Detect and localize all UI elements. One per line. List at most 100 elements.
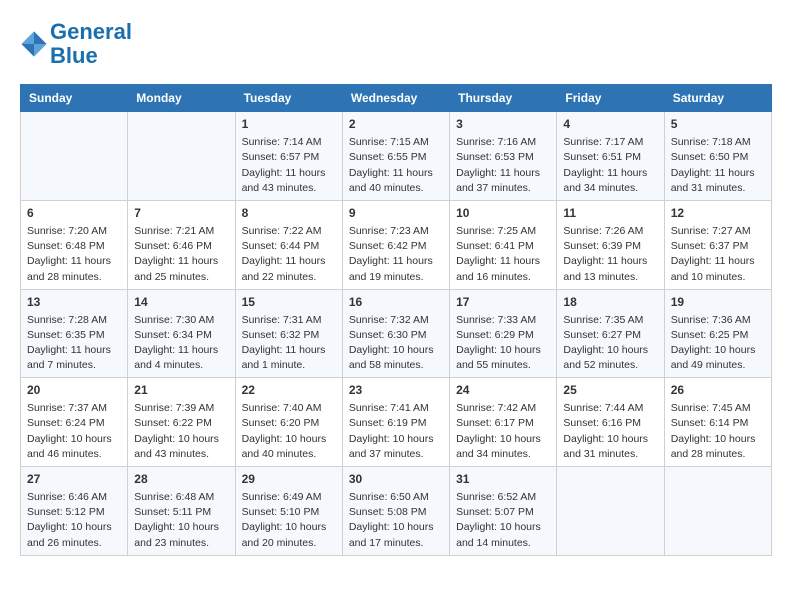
day-info: Sunrise: 7:20 AM Sunset: 6:48 PM Dayligh… [27,224,121,285]
calendar-cell: 7 Sunrise: 7:21 AM Sunset: 6:46 PM Daylig… [128,201,235,290]
header-cell-wednesday: Wednesday [342,85,449,112]
calendar-cell: 29 Sunrise: 6:49 AM Sunset: 5:10 PM Dayli… [235,467,342,556]
day-info: Sunrise: 7:23 AM Sunset: 6:42 PM Dayligh… [349,224,443,285]
calendar-table: SundayMondayTuesdayWednesdayThursdayFrid… [20,84,772,555]
day-info: Sunrise: 7:42 AM Sunset: 6:17 PM Dayligh… [456,401,550,462]
header-cell-sunday: Sunday [21,85,128,112]
day-info: Sunrise: 7:21 AM Sunset: 6:46 PM Dayligh… [134,224,228,285]
day-info: Sunrise: 7:40 AM Sunset: 6:20 PM Dayligh… [242,401,336,462]
calendar-cell: 20 Sunrise: 7:37 AM Sunset: 6:24 PM Dayli… [21,378,128,467]
calendar-cell: 25 Sunrise: 7:44 AM Sunset: 6:16 PM Dayli… [557,378,664,467]
calendar-cell: 14 Sunrise: 7:30 AM Sunset: 6:34 PM Dayli… [128,289,235,378]
day-number: 31 [456,471,550,488]
day-info: Sunrise: 7:30 AM Sunset: 6:34 PM Dayligh… [134,313,228,374]
calendar-cell: 2 Sunrise: 7:15 AM Sunset: 6:55 PM Daylig… [342,112,449,201]
week-row-1: 1 Sunrise: 7:14 AM Sunset: 6:57 PM Daylig… [21,112,772,201]
calendar-cell: 22 Sunrise: 7:40 AM Sunset: 6:20 PM Dayli… [235,378,342,467]
day-info: Sunrise: 7:26 AM Sunset: 6:39 PM Dayligh… [563,224,657,285]
calendar-cell: 9Sunrise: 7:23 AM Sunset: 6:42 PM Daylig… [342,201,449,290]
calendar-header: SundayMondayTuesdayWednesdayThursdayFrid… [21,85,772,112]
logo: General Blue [20,20,132,68]
day-info: Sunrise: 7:25 AM Sunset: 6:41 PM Dayligh… [456,224,550,285]
calendar-cell: 4 Sunrise: 7:17 AM Sunset: 6:51 PM Daylig… [557,112,664,201]
day-number: 29 [242,471,336,488]
calendar-cell: 18 Sunrise: 7:35 AM Sunset: 6:27 PM Dayli… [557,289,664,378]
calendar-body: 1 Sunrise: 7:14 AM Sunset: 6:57 PM Daylig… [21,112,772,555]
calendar-cell: 23Sunrise: 7:41 AM Sunset: 6:19 PM Dayli… [342,378,449,467]
day-info: Sunrise: 7:32 AM Sunset: 6:30 PM Dayligh… [349,313,443,374]
day-number: 2 [349,116,443,133]
day-info: Sunrise: 7:22 AM Sunset: 6:44 PM Dayligh… [242,224,336,285]
header-cell-thursday: Thursday [450,85,557,112]
day-info: Sunrise: 6:46 AM Sunset: 5:12 PM Dayligh… [27,490,121,551]
calendar-cell: 28 Sunrise: 6:48 AM Sunset: 5:11 PM Dayli… [128,467,235,556]
calendar-cell: 27 Sunrise: 6:46 AM Sunset: 5:12 PM Dayli… [21,467,128,556]
day-info: Sunrise: 6:48 AM Sunset: 5:11 PM Dayligh… [134,490,228,551]
page-header: General Blue [20,20,772,68]
day-info: Sunrise: 6:50 AM Sunset: 5:08 PM Dayligh… [349,490,443,551]
calendar-cell: 1 Sunrise: 7:14 AM Sunset: 6:57 PM Daylig… [235,112,342,201]
day-number: 30 [349,471,443,488]
day-info: Sunrise: 7:37 AM Sunset: 6:24 PM Dayligh… [27,401,121,462]
day-number: 15 [242,294,336,311]
calendar-cell [557,467,664,556]
calendar-cell: 13 Sunrise: 7:28 AM Sunset: 6:35 PM Dayli… [21,289,128,378]
header-cell-saturday: Saturday [664,85,771,112]
day-number: 14 [134,294,228,311]
day-info: Sunrise: 7:14 AM Sunset: 6:57 PM Dayligh… [242,135,336,196]
day-info: Sunrise: 7:28 AM Sunset: 6:35 PM Dayligh… [27,313,121,374]
day-info: Sunrise: 6:49 AM Sunset: 5:10 PM Dayligh… [242,490,336,551]
day-number: 23 [349,382,443,399]
day-number: 10 [456,205,550,222]
day-number: 12 [671,205,765,222]
calendar-cell: 5Sunrise: 7:18 AM Sunset: 6:50 PM Daylig… [664,112,771,201]
header-row: SundayMondayTuesdayWednesdayThursdayFrid… [21,85,772,112]
day-info: Sunrise: 7:44 AM Sunset: 6:16 PM Dayligh… [563,401,657,462]
day-info: Sunrise: 7:45 AM Sunset: 6:14 PM Dayligh… [671,401,765,462]
calendar-cell: 19 Sunrise: 7:36 AM Sunset: 6:25 PM Dayli… [664,289,771,378]
day-number: 26 [671,382,765,399]
day-info: Sunrise: 7:17 AM Sunset: 6:51 PM Dayligh… [563,135,657,196]
day-number: 16 [349,294,443,311]
day-number: 13 [27,294,121,311]
day-number: 21 [134,382,228,399]
day-info: Sunrise: 7:36 AM Sunset: 6:25 PM Dayligh… [671,313,765,374]
day-number: 4 [563,116,657,133]
day-number: 27 [27,471,121,488]
calendar-cell: 12 Sunrise: 7:27 AM Sunset: 6:37 PM Dayli… [664,201,771,290]
day-info: Sunrise: 7:27 AM Sunset: 6:37 PM Dayligh… [671,224,765,285]
day-number: 20 [27,382,121,399]
calendar-cell: 15 Sunrise: 7:31 AM Sunset: 6:32 PM Dayli… [235,289,342,378]
day-info: Sunrise: 7:35 AM Sunset: 6:27 PM Dayligh… [563,313,657,374]
day-info: Sunrise: 7:39 AM Sunset: 6:22 PM Dayligh… [134,401,228,462]
calendar-cell: 26 Sunrise: 7:45 AM Sunset: 6:14 PM Dayli… [664,378,771,467]
day-number: 8 [242,205,336,222]
day-info: Sunrise: 7:31 AM Sunset: 6:32 PM Dayligh… [242,313,336,374]
week-row-5: 27 Sunrise: 6:46 AM Sunset: 5:12 PM Dayli… [21,467,772,556]
calendar-cell [128,112,235,201]
calendar-cell: 16 Sunrise: 7:32 AM Sunset: 6:30 PM Dayli… [342,289,449,378]
day-number: 22 [242,382,336,399]
day-number: 25 [563,382,657,399]
calendar-cell: 30 Sunrise: 6:50 AM Sunset: 5:08 PM Dayli… [342,467,449,556]
week-row-4: 20 Sunrise: 7:37 AM Sunset: 6:24 PM Dayli… [21,378,772,467]
day-number: 11 [563,205,657,222]
calendar-cell [664,467,771,556]
logo-text: General Blue [50,20,132,68]
calendar-cell: 10 Sunrise: 7:25 AM Sunset: 6:41 PM Dayli… [450,201,557,290]
day-info: Sunrise: 7:15 AM Sunset: 6:55 PM Dayligh… [349,135,443,196]
day-number: 17 [456,294,550,311]
day-number: 1 [242,116,336,133]
day-info: Sunrise: 6:52 AM Sunset: 5:07 PM Dayligh… [456,490,550,551]
day-number: 18 [563,294,657,311]
day-number: 6 [27,205,121,222]
day-info: Sunrise: 7:33 AM Sunset: 6:29 PM Dayligh… [456,313,550,374]
day-number: 19 [671,294,765,311]
day-number: 28 [134,471,228,488]
header-cell-tuesday: Tuesday [235,85,342,112]
day-info: Sunrise: 7:16 AM Sunset: 6:53 PM Dayligh… [456,135,550,196]
day-number: 3 [456,116,550,133]
calendar-cell: 8 Sunrise: 7:22 AM Sunset: 6:44 PM Daylig… [235,201,342,290]
day-number: 7 [134,205,228,222]
day-number: 5 [671,116,765,133]
